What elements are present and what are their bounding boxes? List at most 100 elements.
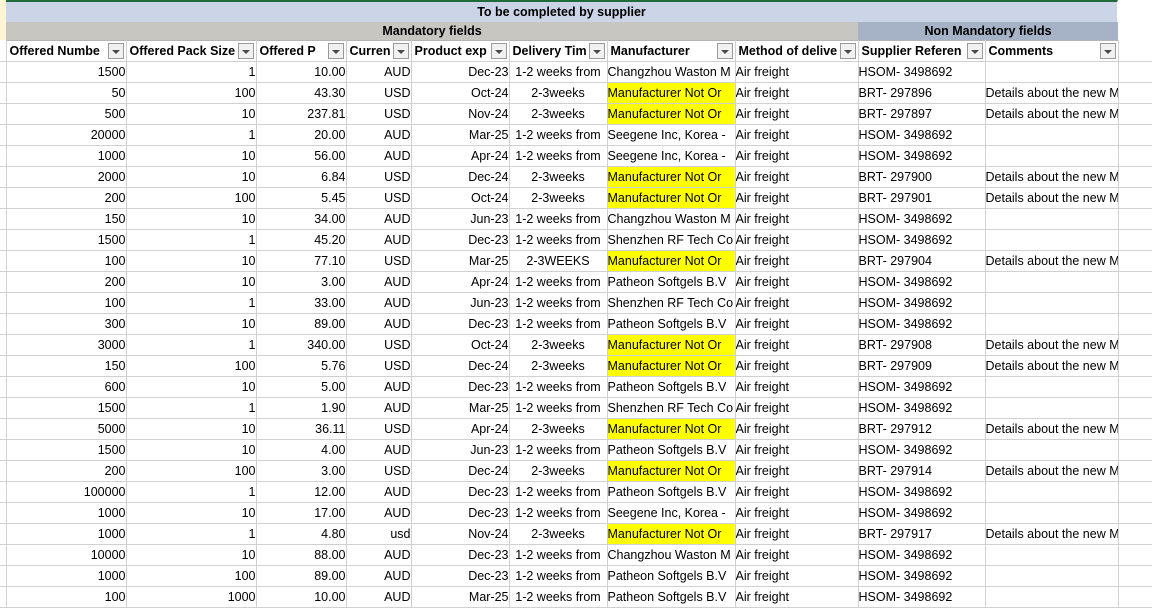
cell-comments[interactable] (985, 502, 1119, 524)
cell-offered-pack-size[interactable]: 10 (126, 376, 257, 398)
cell-manufacturer[interactable]: Patheon Softgels B.V (607, 586, 736, 608)
cell-offered-pack-size[interactable]: 1 (126, 292, 257, 314)
cell-offered-number[interactable]: 10000 (6, 544, 127, 566)
cell-offered-number[interactable]: 1000 (6, 502, 127, 524)
cell-offered-number[interactable]: 200 (6, 460, 127, 482)
cell-offered-number[interactable]: 1000 (6, 565, 127, 587)
cell-comments[interactable]: Details about the new Manuf (985, 523, 1119, 545)
cell-delivery-time[interactable]: 1-2 weeks from (509, 376, 608, 398)
cell-currency[interactable]: USD (346, 187, 412, 209)
cell-supplier-reference[interactable]: HSOM- 3498692 (858, 502, 986, 524)
cell-supplier-reference[interactable]: BRT- 297912 (858, 418, 986, 440)
cell-offered-price[interactable]: 20.00 (256, 124, 347, 146)
cell-product-expiry[interactable]: Dec-23 (411, 376, 510, 398)
cell-offered-price[interactable]: 88.00 (256, 544, 347, 566)
filter-dropdown-icon-offered-number[interactable] (107, 43, 124, 59)
cell-comments[interactable] (985, 313, 1119, 335)
cell-offered-price[interactable]: 1.90 (256, 397, 347, 419)
cell-supplier-reference[interactable]: BRT- 297896 (858, 82, 986, 104)
cell-supplier-reference[interactable]: BRT- 297901 (858, 187, 986, 209)
cell-delivery-time[interactable]: 1-2 weeks from (509, 313, 608, 335)
cell-offered-pack-size[interactable]: 10 (126, 145, 257, 167)
cell-delivery-time[interactable]: 2-3weeks (509, 355, 608, 377)
cell-supplier-reference[interactable]: HSOM- 3498692 (858, 145, 986, 167)
cell-method-of-delivery[interactable]: Air freight (735, 397, 859, 419)
cell-supplier-reference[interactable]: HSOM- 3498692 (858, 292, 986, 314)
cell-currency[interactable]: AUD (346, 313, 412, 335)
cell-comments[interactable]: Details about the new Manuf (985, 187, 1119, 209)
cell-supplier-reference[interactable]: HSOM- 3498692 (858, 544, 986, 566)
cell-manufacturer[interactable]: Manufacturer Not Or (607, 250, 736, 272)
filter-dropdown-icon-manufacturer[interactable] (716, 43, 733, 59)
cell-product-expiry[interactable]: Dec-24 (411, 460, 510, 482)
cell-offered-pack-size[interactable]: 1 (126, 397, 257, 419)
cell-manufacturer[interactable]: Manufacturer Not Or (607, 166, 736, 188)
cell-currency[interactable]: USD (346, 103, 412, 125)
cell-currency[interactable]: AUD (346, 544, 412, 566)
cell-offered-price[interactable]: 6.84 (256, 166, 347, 188)
cell-offered-pack-size[interactable]: 10 (126, 313, 257, 335)
column-header-offered-pack-size[interactable]: Offered Pack Size (126, 40, 257, 62)
cell-offered-number[interactable]: 150 (6, 208, 127, 230)
cell-product-expiry[interactable]: Mar-25 (411, 397, 510, 419)
cell-offered-pack-size[interactable]: 10 (126, 103, 257, 125)
cell-supplier-reference[interactable]: HSOM- 3498692 (858, 229, 986, 251)
cell-manufacturer[interactable]: Patheon Softgels B.V (607, 376, 736, 398)
cell-manufacturer[interactable]: Manufacturer Not Or (607, 103, 736, 125)
cell-offered-price[interactable]: 45.20 (256, 229, 347, 251)
cell-offered-number[interactable]: 5000 (6, 418, 127, 440)
cell-delivery-time[interactable]: 2-3weeks (509, 418, 608, 440)
cell-comments[interactable] (985, 292, 1119, 314)
column-header-offered-number[interactable]: Offered Numbe (6, 40, 127, 62)
cell-delivery-time[interactable]: 2-3weeks (509, 166, 608, 188)
cell-offered-number[interactable]: 1000 (6, 523, 127, 545)
cell-product-expiry[interactable]: Nov-24 (411, 523, 510, 545)
cell-product-expiry[interactable]: Mar-25 (411, 250, 510, 272)
cell-offered-price[interactable]: 77.10 (256, 250, 347, 272)
cell-product-expiry[interactable]: Nov-24 (411, 103, 510, 125)
cell-supplier-reference[interactable]: HSOM- 3498692 (858, 376, 986, 398)
cell-offered-number[interactable]: 300 (6, 313, 127, 335)
cell-manufacturer[interactable]: Changzhou Waston M (607, 208, 736, 230)
cell-supplier-reference[interactable]: BRT- 297909 (858, 355, 986, 377)
cell-currency[interactable]: AUD (346, 124, 412, 146)
cell-currency[interactable]: AUD (346, 481, 412, 503)
cell-product-expiry[interactable]: Dec-23 (411, 481, 510, 503)
cell-supplier-reference[interactable]: HSOM- 3498692 (858, 586, 986, 608)
cell-product-expiry[interactable]: Jun-23 (411, 208, 510, 230)
cell-method-of-delivery[interactable]: Air freight (735, 439, 859, 461)
cell-offered-pack-size[interactable]: 1 (126, 481, 257, 503)
cell-method-of-delivery[interactable]: Air freight (735, 103, 859, 125)
cell-offered-price[interactable]: 89.00 (256, 313, 347, 335)
cell-offered-pack-size[interactable]: 100 (126, 355, 257, 377)
cell-offered-price[interactable]: 5.00 (256, 376, 347, 398)
cell-supplier-reference[interactable]: BRT- 297917 (858, 523, 986, 545)
cell-delivery-time[interactable]: 1-2 weeks from (509, 271, 608, 293)
cell-method-of-delivery[interactable]: Air freight (735, 61, 859, 83)
cell-offered-number[interactable]: 100000 (6, 481, 127, 503)
cell-currency[interactable]: USD (346, 166, 412, 188)
cell-currency[interactable]: AUD (346, 145, 412, 167)
filter-dropdown-icon-supplier-reference[interactable] (966, 43, 983, 59)
cell-supplier-reference[interactable]: BRT- 297897 (858, 103, 986, 125)
column-header-method-of-delivery[interactable]: Method of delive (735, 40, 859, 62)
cell-offered-pack-size[interactable]: 1000 (126, 586, 257, 608)
cell-offered-pack-size[interactable]: 10 (126, 439, 257, 461)
cell-product-expiry[interactable]: Jun-23 (411, 292, 510, 314)
cell-product-expiry[interactable]: Apr-24 (411, 418, 510, 440)
cell-delivery-time[interactable]: 1-2 weeks from (509, 502, 608, 524)
cell-delivery-time[interactable]: 2-3WEEKS (509, 250, 608, 272)
filter-dropdown-icon-currency[interactable] (392, 43, 409, 59)
cell-offered-pack-size[interactable]: 1 (126, 229, 257, 251)
cell-comments[interactable] (985, 586, 1119, 608)
cell-method-of-delivery[interactable]: Air freight (735, 460, 859, 482)
cell-offered-pack-size[interactable]: 1 (126, 523, 257, 545)
cell-currency[interactable]: AUD (346, 439, 412, 461)
cell-method-of-delivery[interactable]: Air freight (735, 166, 859, 188)
cell-supplier-reference[interactable]: BRT- 297914 (858, 460, 986, 482)
cell-product-expiry[interactable]: Dec-23 (411, 313, 510, 335)
cell-supplier-reference[interactable]: BRT- 297908 (858, 334, 986, 356)
cell-comments[interactable] (985, 61, 1119, 83)
cell-delivery-time[interactable]: 2-3weeks (509, 523, 608, 545)
cell-manufacturer[interactable]: Shenzhen RF Tech Co (607, 229, 736, 251)
